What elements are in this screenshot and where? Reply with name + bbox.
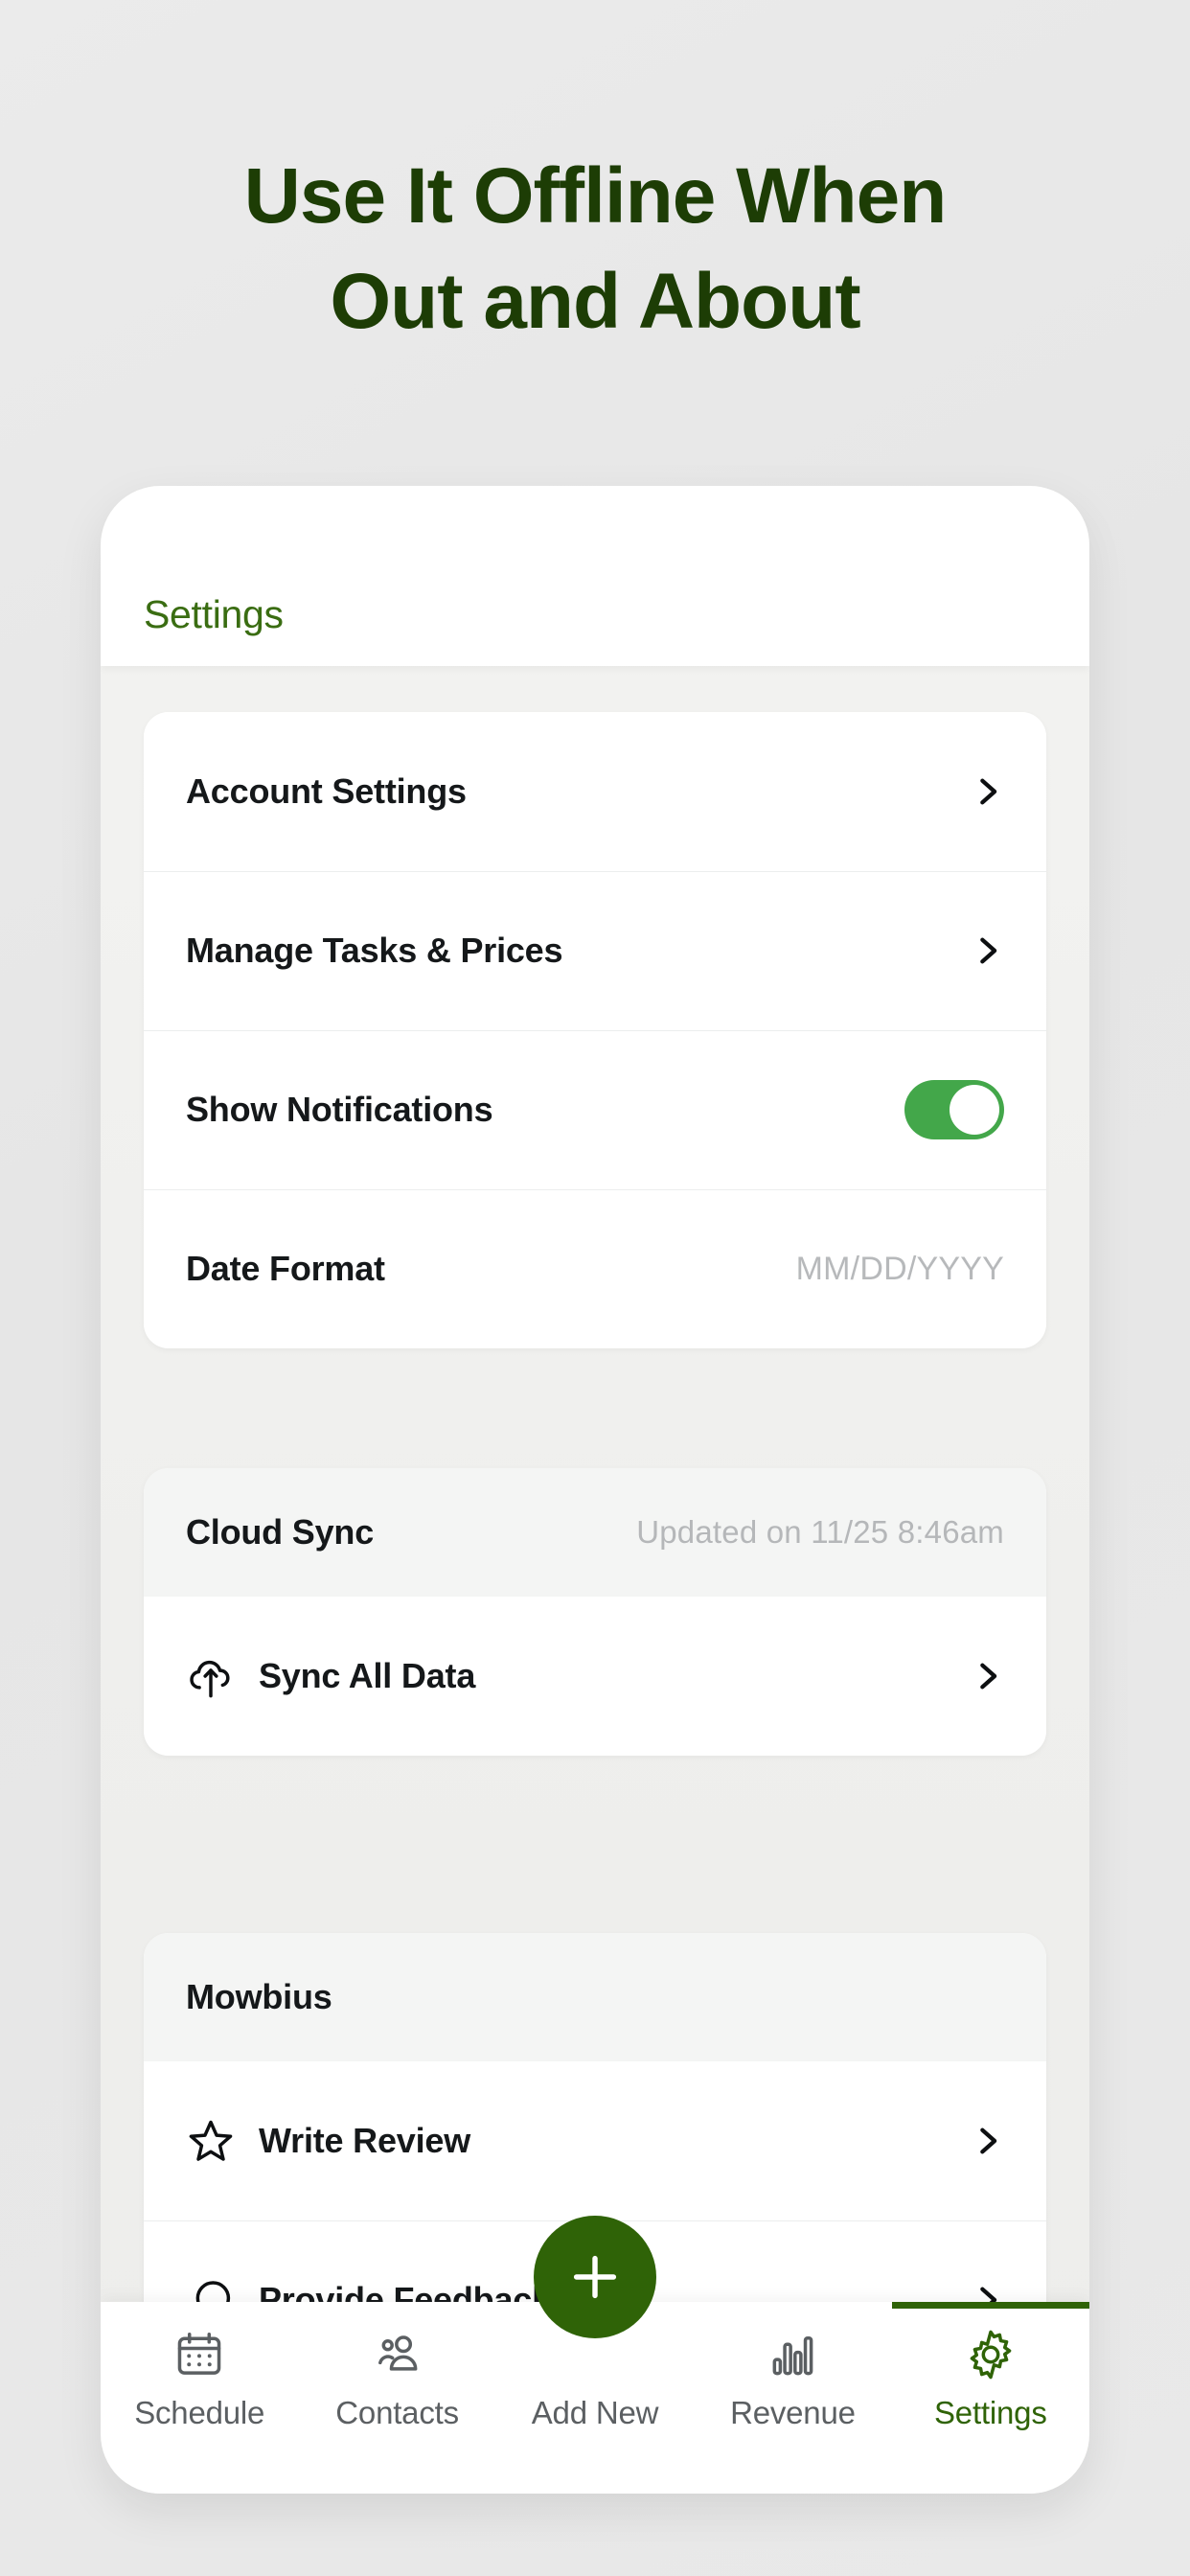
cloud-sync-group: Cloud Sync Updated on 11/25 8:46am Sync …	[144, 1468, 1046, 1756]
bar-chart-icon	[765, 2327, 820, 2382]
app-bar: Settings	[101, 486, 1089, 666]
cloud-sync-header: Cloud Sync Updated on 11/25 8:46am	[144, 1468, 1046, 1597]
mowbius-header: Mowbius	[144, 1933, 1046, 2061]
page-title-line-2: Out and About	[330, 257, 860, 345]
page-title: Use It Offline When Out and About	[0, 144, 1190, 355]
row-label: Manage Tasks & Prices	[186, 931, 563, 970]
nav-label: Contacts	[335, 2395, 459, 2430]
settings-row-account-settings[interactable]: Account Settings	[144, 712, 1046, 871]
nav-label: Settings	[934, 2395, 1047, 2430]
gear-icon	[963, 2327, 1018, 2382]
nav-label: Revenue	[730, 2395, 856, 2430]
nav-label: Add New	[531, 2395, 659, 2430]
phone-mockup: Settings Account Settings Manage Tasks &…	[101, 486, 1089, 2494]
settings-row-date-format[interactable]: Date Format MM/DD/YYYY	[144, 1189, 1046, 1348]
nav-item-contacts[interactable]: Contacts	[298, 2302, 495, 2494]
date-format-value: MM/DD/YYYY	[795, 1250, 1004, 1287]
row-label: Write Review	[259, 2121, 471, 2160]
chevron-right-icon	[972, 775, 1004, 808]
group-header-label: Cloud Sync	[186, 1512, 375, 1552]
settings-row-sync-all-data[interactable]: Sync All Data	[144, 1597, 1046, 1756]
settings-row-show-notifications[interactable]: Show Notifications	[144, 1030, 1046, 1189]
page-title-line-1: Use It Offline When	[243, 152, 948, 240]
nav-label: Schedule	[134, 2395, 265, 2430]
calendar-icon	[172, 2327, 227, 2382]
plus-icon	[565, 2247, 625, 2307]
settings-row-manage-tasks-prices[interactable]: Manage Tasks & Prices	[144, 871, 1046, 1030]
chevron-right-icon	[972, 2125, 1004, 2157]
settings-group: Account Settings Manage Tasks & Prices S…	[144, 712, 1046, 1348]
people-icon	[370, 2327, 425, 2382]
chevron-right-icon	[972, 1660, 1004, 1692]
row-label: Show Notifications	[186, 1090, 493, 1129]
settings-row-write-review[interactable]: Write Review	[144, 2061, 1046, 2220]
nav-item-revenue[interactable]: Revenue	[694, 2302, 891, 2494]
group-header-label: Mowbius	[186, 1977, 332, 2016]
chevron-right-icon	[972, 934, 1004, 967]
nav-item-settings[interactable]: Settings	[891, 2302, 1089, 2494]
cloud-sync-updated-text: Updated on 11/25 8:46am	[636, 1514, 1004, 1550]
toggle-knob	[950, 1085, 999, 1135]
row-label: Account Settings	[186, 771, 467, 811]
nav-item-schedule[interactable]: Schedule	[101, 2302, 298, 2494]
add-new-fab[interactable]	[534, 2216, 656, 2338]
show-notifications-toggle[interactable]	[904, 1080, 1004, 1139]
app-bar-title: Settings	[144, 592, 284, 636]
row-label: Sync All Data	[259, 1656, 476, 1695]
cloud-upload-icon	[186, 1651, 236, 1701]
settings-screen: Settings Account Settings Manage Tasks &…	[101, 486, 1089, 2494]
star-icon	[186, 2116, 236, 2166]
row-label: Date Format	[186, 1249, 385, 1288]
